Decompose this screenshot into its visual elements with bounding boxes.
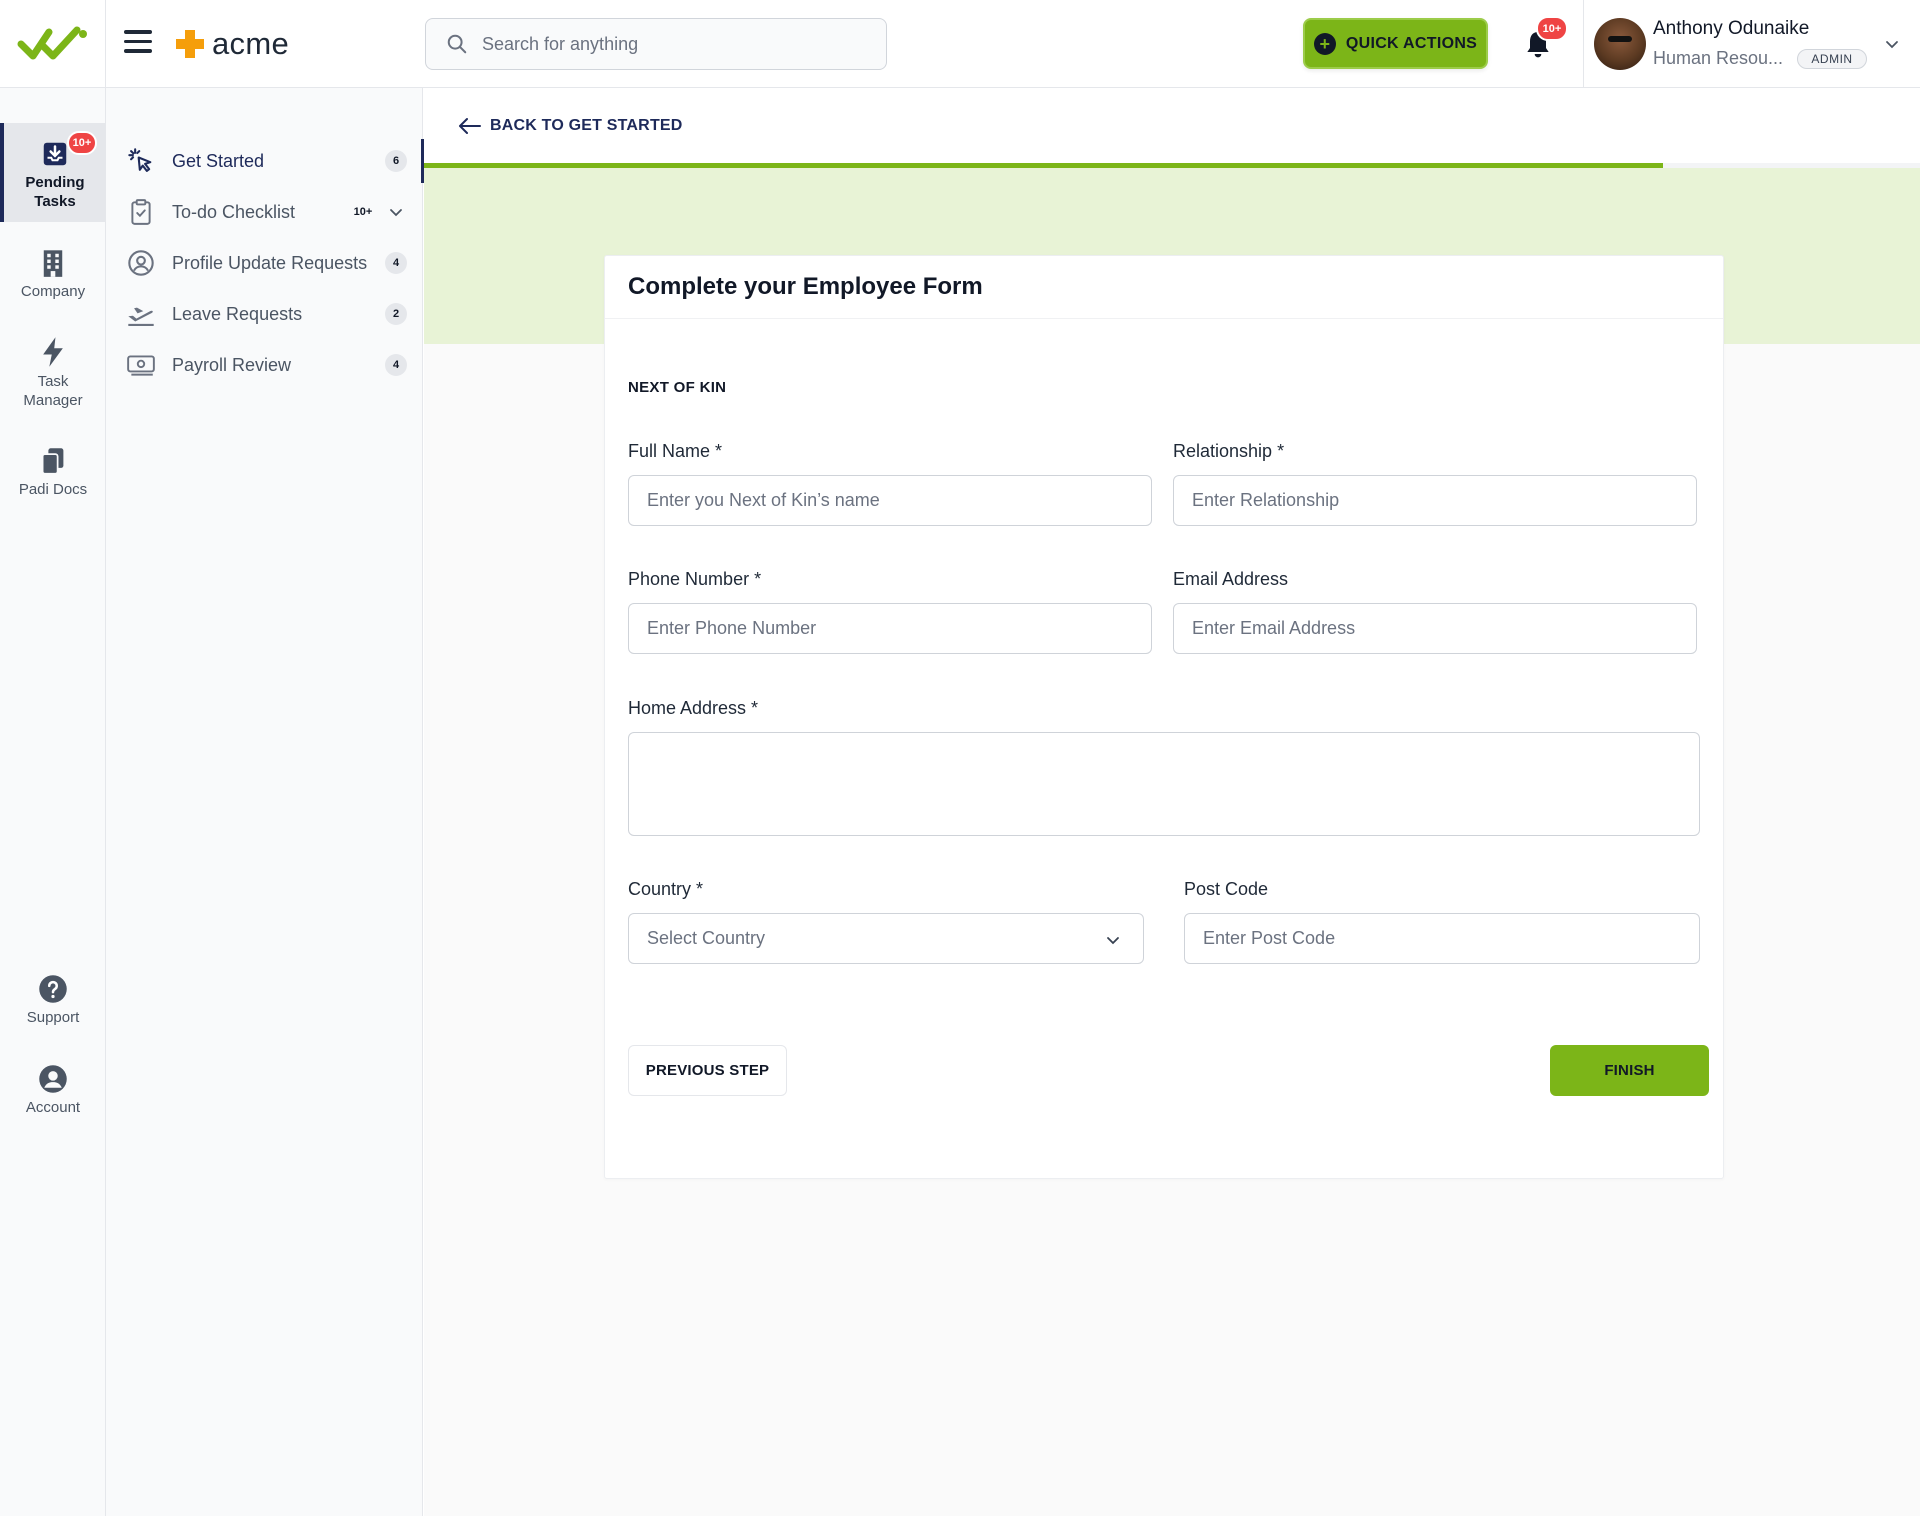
chevron-down-icon[interactable] bbox=[388, 204, 404, 220]
quick-actions-label: QUICK ACTIONS bbox=[1345, 34, 1478, 52]
primary-rail: 10+ Pending Tasks Company Task Manager Pad… bbox=[0, 88, 106, 1516]
rail-item-label: Account bbox=[25, 1099, 81, 1116]
user-profile-menu[interactable]: Anthony Odunaike Human Resou... ADMIN bbox=[1583, 0, 1920, 88]
building-icon bbox=[43, 250, 63, 277]
relationship-label: Relationship * bbox=[1173, 441, 1285, 461]
lightning-icon bbox=[43, 337, 63, 367]
post-code-input[interactable] bbox=[1185, 914, 1699, 963]
user-circle-icon bbox=[39, 1065, 67, 1093]
back-to-get-started-link[interactable]: BACK TO GET STARTED bbox=[458, 117, 683, 135]
secondary-sidebar: Get Started 6 To-do Checklist 10+ Profil… bbox=[106, 88, 424, 1516]
finish-button[interactable]: FINISH bbox=[1550, 1045, 1709, 1096]
phone-number-input[interactable] bbox=[629, 604, 1151, 653]
previous-step-button[interactable]: PREVIOUS STEP bbox=[628, 1045, 787, 1096]
post-code-field[interactable] bbox=[1184, 913, 1700, 964]
main-top-bar: BACK TO GET STARTED bbox=[424, 89, 1920, 165]
acme-plus-logo-icon bbox=[176, 30, 204, 58]
rail-item-company[interactable]: Company bbox=[0, 248, 106, 301]
search-icon bbox=[447, 34, 467, 54]
airplane-takeoff-icon bbox=[126, 299, 156, 329]
sidebar-item-get-started[interactable]: Get Started 6 bbox=[106, 139, 424, 183]
country-select[interactable]: Select Country bbox=[628, 913, 1144, 964]
search-box[interactable] bbox=[425, 18, 887, 70]
rail-item-label: Task Manager bbox=[23, 373, 83, 409]
brand-name: acme bbox=[212, 26, 290, 61]
notifications-button[interactable]: 10+ bbox=[1522, 16, 1568, 60]
sidebar-item-label: Get Started bbox=[172, 150, 265, 171]
count-badge: 6 bbox=[385, 150, 407, 172]
hamburger-menu-icon[interactable] bbox=[124, 30, 152, 54]
back-label: BACK TO GET STARTED bbox=[490, 117, 683, 134]
sidebar-item-label: Profile Update Requests bbox=[172, 252, 368, 273]
user-role: Human Resou... bbox=[1653, 48, 1784, 68]
arrow-left-icon bbox=[459, 118, 481, 134]
documents-icon bbox=[41, 448, 64, 475]
email-address-label: Email Address bbox=[1173, 569, 1289, 589]
count-badge: 4 bbox=[385, 252, 407, 274]
chevron-down-icon bbox=[1886, 41, 1898, 49]
count-badge: 4 bbox=[385, 354, 407, 376]
relationship-field[interactable] bbox=[1173, 475, 1697, 526]
rail-item-label: Support bbox=[26, 1009, 80, 1026]
user-name: Anthony Odunaike bbox=[1653, 18, 1810, 39]
double-check-logo-icon bbox=[17, 26, 87, 60]
sidebar-item-todo-checklist[interactable]: To-do Checklist 10+ bbox=[106, 190, 423, 234]
cash-icon bbox=[126, 350, 156, 380]
pending-tasks-badge: 10+ bbox=[67, 131, 97, 155]
plus-circle-icon: + bbox=[1313, 32, 1336, 55]
sidebar-item-label: Leave Requests bbox=[172, 303, 303, 324]
main-content: BACK TO GET STARTED Complete your Employ… bbox=[424, 89, 1920, 1516]
sidebar-item-payroll-review[interactable]: Payroll Review 4 bbox=[106, 343, 423, 387]
admin-badge: ADMIN bbox=[1797, 49, 1867, 69]
home-address-textarea[interactable] bbox=[629, 733, 1699, 835]
section-heading: NEXT OF KIN bbox=[628, 379, 727, 396]
sidebar-item-label: Payroll Review bbox=[172, 354, 292, 375]
rail-item-task-manager[interactable]: Task Manager bbox=[0, 336, 106, 410]
sidebar-item-label: To-do Checklist bbox=[172, 201, 296, 222]
rail-item-label: Company bbox=[20, 283, 86, 300]
user-circle-icon bbox=[126, 248, 156, 278]
country-label: Country * bbox=[628, 879, 704, 899]
card-header: Complete your Employee Form bbox=[605, 256, 1723, 319]
sidebar-item-leave-requests[interactable]: Leave Requests 2 bbox=[106, 292, 423, 336]
email-address-field[interactable] bbox=[1173, 603, 1697, 654]
rail-item-pending-tasks[interactable]: 10+ Pending Tasks bbox=[0, 123, 106, 222]
post-code-label: Post Code bbox=[1184, 879, 1269, 899]
clipboard-check-icon bbox=[126, 197, 156, 227]
question-circle-icon bbox=[39, 975, 67, 1003]
home-address-label: Home Address * bbox=[628, 698, 759, 718]
form-title: Complete your Employee Form bbox=[628, 273, 983, 300]
relationship-input[interactable] bbox=[1174, 476, 1696, 525]
rail-item-padi-docs[interactable]: Padi Docs bbox=[0, 446, 106, 499]
full-name-input[interactable] bbox=[629, 476, 1151, 525]
count-badge: 10+ bbox=[353, 206, 373, 218]
rail-item-label: Padi Docs bbox=[18, 481, 88, 498]
top-bar: acme + QUICK ACTIONS 10+ Anthony Odunaik… bbox=[0, 0, 1920, 88]
phone-number-field[interactable] bbox=[628, 603, 1152, 654]
inbox-download-icon bbox=[43, 142, 67, 166]
app-logo[interactable] bbox=[0, 0, 106, 88]
country-selected-value: Select Country bbox=[647, 928, 766, 948]
rail-item-support[interactable]: Support bbox=[0, 974, 106, 1027]
notification-badge: 10+ bbox=[1536, 16, 1568, 41]
cursor-click-icon bbox=[126, 146, 156, 176]
count-badge: 2 bbox=[385, 303, 407, 325]
sidebar-item-profile-update-requests[interactable]: Profile Update Requests 4 bbox=[106, 241, 423, 285]
search-input[interactable] bbox=[482, 33, 862, 55]
quick-actions-button[interactable]: + QUICK ACTIONS bbox=[1303, 18, 1488, 69]
phone-number-label: Phone Number * bbox=[628, 569, 762, 589]
home-address-field[interactable] bbox=[628, 732, 1700, 836]
chevron-down-icon bbox=[1107, 937, 1119, 945]
full-name-label: Full Name * bbox=[628, 441, 723, 461]
rail-item-account[interactable]: Account bbox=[0, 1064, 106, 1117]
email-address-input[interactable] bbox=[1174, 604, 1696, 653]
full-name-field[interactable] bbox=[628, 475, 1152, 526]
employee-form-card: Complete your Employee Form NEXT OF KIN … bbox=[604, 255, 1724, 1179]
rail-item-label: Pending Tasks bbox=[25, 174, 85, 210]
brand[interactable]: acme bbox=[174, 22, 289, 66]
avatar bbox=[1594, 18, 1646, 70]
